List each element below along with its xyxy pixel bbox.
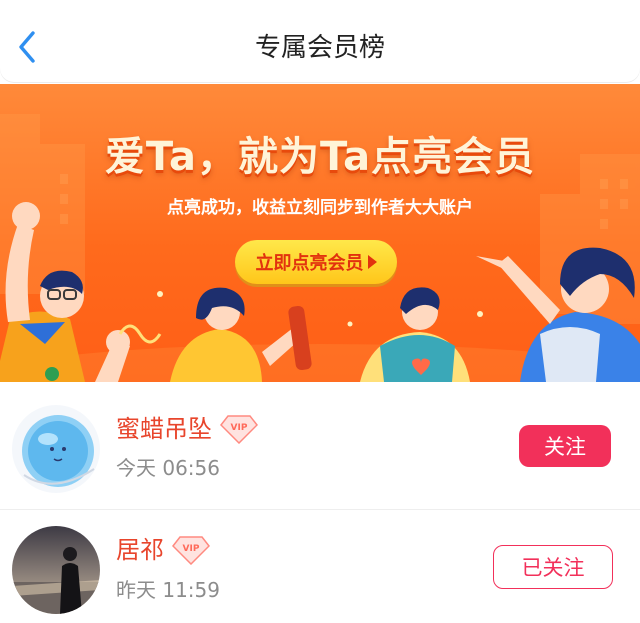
- avatar[interactable]: [12, 526, 100, 614]
- member-list: 蜜蜡吊坠 VIP 今天 06:56 关注 居祁 VIP 昨天 11:59 已关注: [0, 382, 640, 623]
- page-title: 专属会员榜: [254, 33, 385, 63]
- banner-headline: 爱Ta，就为Ta点亮会员: [104, 134, 536, 180]
- play-arrow-icon: [367, 255, 377, 269]
- follow-button[interactable]: 关注: [519, 425, 611, 467]
- page: 专属会员榜 爱Ta，就为Ta点亮会员 点亮成功，收益立刻同步到作者大大账户 立即…: [0, 0, 640, 623]
- vip-badge-text: VIP: [231, 423, 248, 433]
- light-up-membership-button[interactable]: 立即点亮会员: [235, 240, 397, 284]
- promo-banner[interactable]: 爱Ta，就为Ta点亮会员 点亮成功，收益立刻同步到作者大大账户 立即点亮会员: [0, 84, 640, 382]
- list-item[interactable]: 居祁 VIP 昨天 11:59 已关注: [0, 510, 640, 623]
- avatar[interactable]: [12, 405, 100, 493]
- top-bar: 专属会员榜: [0, 0, 640, 82]
- following-button[interactable]: 已关注: [493, 545, 613, 589]
- vip-badge-icon: VIP: [172, 536, 210, 565]
- list-item[interactable]: 蜜蜡吊坠 VIP 今天 06:56 关注: [0, 382, 640, 510]
- avatar-image: [12, 405, 100, 493]
- member-name-line: 蜜蜡吊坠 VIP: [116, 412, 258, 446]
- banner-illustration: [0, 114, 640, 382]
- member-name-line: 居祁 VIP: [116, 533, 210, 567]
- avatar-image: [12, 526, 100, 614]
- member-name[interactable]: 蜜蜡吊坠: [116, 413, 212, 445]
- banner-subline: 点亮成功，收益立刻同步到作者大大账户: [167, 198, 473, 218]
- member-name[interactable]: 居祁: [116, 534, 164, 566]
- member-time: 昨天 11:59: [116, 578, 220, 602]
- vip-badge-icon: VIP: [220, 415, 258, 444]
- cta-label: 立即点亮会员: [255, 253, 364, 274]
- member-time: 今天 06:56: [116, 456, 220, 480]
- vip-badge-text: VIP: [183, 544, 200, 554]
